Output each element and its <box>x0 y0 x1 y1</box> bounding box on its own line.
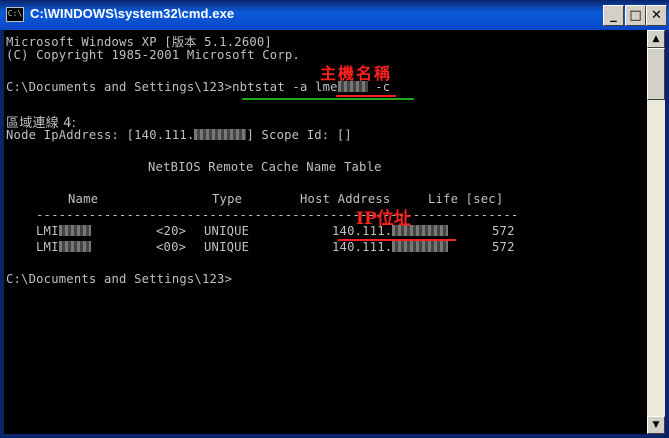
minimize-button[interactable]: _ <box>603 5 624 26</box>
host-underline <box>336 95 396 97</box>
ip-annotation: IP位址 <box>356 209 411 229</box>
redacted-address <box>392 241 449 252</box>
row-1-type: UNIQUE <box>204 224 250 238</box>
header-type: Type <box>212 192 243 206</box>
row-2-code: <00> <box>156 240 187 254</box>
close-button[interactable]: ✕ <box>646 5 667 26</box>
redacted-node-ip <box>194 129 247 140</box>
maximize-button[interactable]: □ <box>625 5 646 26</box>
command-underline <box>242 98 414 100</box>
node-ip-suffix: ] Scope Id: [] <box>246 128 352 142</box>
row-2-address-text: 140.111. <box>332 240 393 254</box>
header-life: Life [sec] <box>428 192 504 206</box>
row-2-life: 572 <box>492 240 515 254</box>
cmd-window: C:\ C:\WINDOWS\system32\cmd.exe _ □ ✕ Mi… <box>0 0 669 438</box>
command-text: nbtstat -a <box>232 80 316 94</box>
node-ip-line: Node IpAddress: [140.111. ] Scope Id: [] <box>6 128 352 142</box>
scroll-thumb[interactable] <box>647 48 665 100</box>
row-2-address: 140.111. <box>332 240 449 254</box>
table-title: NetBIOS Remote Cache Name Table <box>148 160 382 174</box>
header-name: Name <box>68 192 99 206</box>
scroll-down-button[interactable]: ▼ <box>647 416 665 434</box>
prompt-path: C:\Documents and Settings\123> <box>6 80 233 94</box>
title-bar[interactable]: C:\ C:\WINDOWS\system32\cmd.exe _ □ ✕ <box>0 0 669 30</box>
vertical-scrollbar[interactable]: ▲ ▼ <box>647 30 665 434</box>
row-1-name-text: LMI <box>36 224 59 238</box>
row-1-life: 572 <box>492 224 515 238</box>
console-output[interactable]: Microsoft Windows XP [版本 5.1.2600] (C) C… <box>4 30 647 434</box>
node-ip-prefix: Node IpAddress: [140.111. <box>6 128 195 142</box>
ip-underline <box>338 239 456 241</box>
host-name-annotation: 主機名稱 <box>320 64 393 83</box>
copyright-line: (C) Copyright 1985-2001 Microsoft Corp. <box>6 48 300 62</box>
table-divider: ----------------------------------------… <box>36 208 519 222</box>
row-1-name: LMI <box>36 224 91 238</box>
row-2-name-text: LMI <box>36 240 59 254</box>
final-prompt: C:\Documents and Settings\123> <box>6 272 233 286</box>
row-2-name: LMI <box>36 240 91 254</box>
row-2-type: UNIQUE <box>204 240 250 254</box>
row-1-code: <20> <box>156 224 187 238</box>
cmd-app-icon[interactable]: C:\ <box>6 7 24 22</box>
window-title: C:\WINDOWS\system32\cmd.exe <box>30 6 235 21</box>
redacted-name <box>58 225 91 236</box>
redacted-name <box>58 241 91 252</box>
scroll-up-button[interactable]: ▲ <box>647 30 665 48</box>
